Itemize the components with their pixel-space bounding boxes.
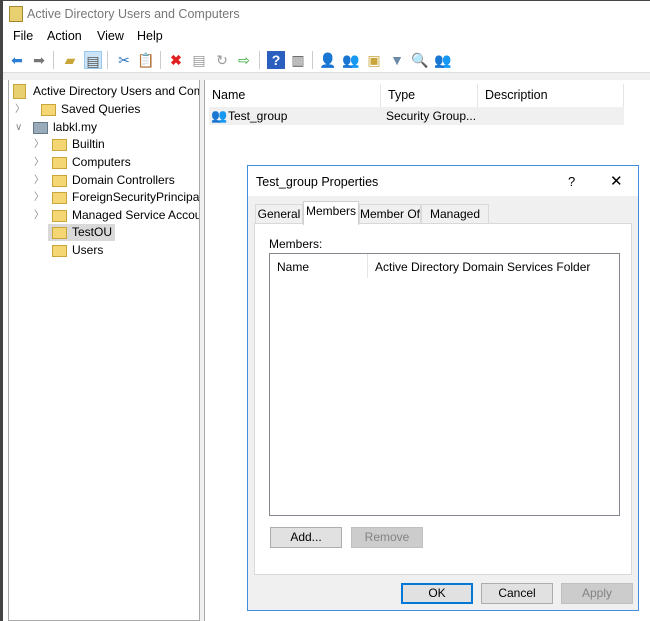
toolbar: ⬅ ➡ ▰ ▤ ✂ 📋 ✖ ▤ ↻ ⇨ ? ▥ 👤 👥 ▣ ▼ 🔍 👥 [3,47,650,73]
folder-icon [52,210,67,222]
column-header-type[interactable]: Type [381,84,478,107]
tree-item-builtin[interactable]: 〉 Builtin [34,136,105,153]
tree-item-testou[interactable]: TestOU [48,224,116,241]
list-row[interactable]: 👥 Test_group Security Group... [209,107,624,125]
chevron-right-icon[interactable]: 〉 [34,189,44,206]
dialog-title: Test_group Properties [256,175,379,189]
tree-item-domain-controllers[interactable]: 〉 Domain Controllers [34,172,175,189]
refresh-icon[interactable]: ↻ [213,51,231,69]
menu-view[interactable]: View [97,29,124,43]
menu-file[interactable]: File [13,29,33,43]
chevron-right-icon[interactable]: 〉 [34,154,44,171]
filter-icon[interactable]: ▼ [388,51,406,69]
folder-icon [52,192,67,204]
export-icon[interactable]: ⇨ [235,51,253,69]
column-header-name[interactable]: Name [205,84,381,107]
show-console-tree-icon[interactable]: ▤ [84,51,102,69]
column-header-folder[interactable]: Active Directory Domain Services Folder [368,254,619,278]
members-panel: Members: Name Active Directory Domain Se… [254,223,632,575]
tab-managed-by[interactable]: Managed By [421,204,489,240]
new-ou-icon[interactable]: ▣ [365,51,383,69]
chevron-down-icon[interactable]: ∨ [15,119,25,136]
forward-icon[interactable]: ➡ [30,51,48,69]
console-tree: Active Directory Users and Com 〉 Saved Qu… [8,80,200,621]
tab-members[interactable]: Members [303,201,359,225]
add-to-group-icon[interactable]: 👥 [434,51,452,69]
up-folder-icon[interactable]: ▰ [61,51,79,69]
chevron-right-icon[interactable]: 〉 [15,101,25,118]
add-button[interactable]: Add... [270,527,342,548]
remove-button[interactable]: Remove [351,527,423,548]
column-header-description[interactable]: Description [478,84,624,107]
tree-item-saved-queries[interactable]: 〉 Saved Queries [15,101,140,118]
group-icon: 👥 [211,108,228,123]
new-user-icon[interactable]: 👤 [319,51,337,69]
cancel-button[interactable]: Cancel [481,583,553,604]
find-icon[interactable]: 🔍 [411,51,429,69]
tab-general[interactable]: General [255,204,303,224]
menu-bar: File Action View Help [3,28,650,46]
apply-button[interactable]: Apply [561,583,633,604]
menu-help[interactable]: Help [137,29,163,43]
properties-icon[interactable]: ▤ [190,51,208,69]
tree-item-managed-service-accounts[interactable]: 〉Managed Service Accounts [34,207,199,224]
chevron-right-icon[interactable]: 〉 [34,207,44,224]
back-icon[interactable]: ⬅ [8,51,26,69]
tree-root[interactable]: Active Directory Users and Com [13,83,199,100]
help-icon[interactable]: ? [267,51,285,69]
dialog-title-bar: Test_group Properties ? ✕ [248,166,638,196]
cut-icon[interactable]: ✂ [115,51,133,69]
folder-icon [52,157,67,169]
snapin-icon [13,84,26,99]
ou-icon [52,227,67,239]
close-button[interactable]: ✕ [610,172,623,190]
tree-item-domain[interactable]: ∨ labkl.my [15,119,97,136]
chevron-right-icon[interactable]: 〉 [34,172,44,189]
new-group-icon[interactable]: 👥 [342,51,360,69]
members-list[interactable]: Name Active Directory Domain Services Fo… [269,253,620,516]
properties-dialog: Test_group Properties ? ✕ General Member… [247,165,639,611]
folder-icon [52,139,67,151]
paste-icon[interactable]: 📋 [137,51,155,69]
tree-item-foreign-security-principals[interactable]: 〉 ForeignSecurityPrincipals [34,189,199,206]
folder-icon [52,245,67,257]
folder-icon [41,104,56,116]
ou-icon [52,175,67,187]
menu-action[interactable]: Action [47,29,82,43]
tab-member-of[interactable]: Member Of [359,204,421,224]
help-button[interactable]: ? [568,174,575,189]
delete-icon[interactable]: ✖ [167,51,185,69]
app-icon [9,6,23,22]
members-label: Members: [269,237,323,251]
action-pane-icon[interactable]: ▥ [289,51,307,69]
window-title: Active Directory Users and Computers [27,7,240,21]
column-header-name[interactable]: Name [270,254,368,278]
tree-item-computers[interactable]: 〉 Computers [34,154,131,171]
tree-item-users[interactable]: Users [48,242,103,259]
domain-icon [33,122,48,134]
chevron-right-icon[interactable]: 〉 [34,136,44,153]
title-bar: Active Directory Users and Computers [3,1,650,28]
ok-button[interactable]: OK [401,583,473,604]
